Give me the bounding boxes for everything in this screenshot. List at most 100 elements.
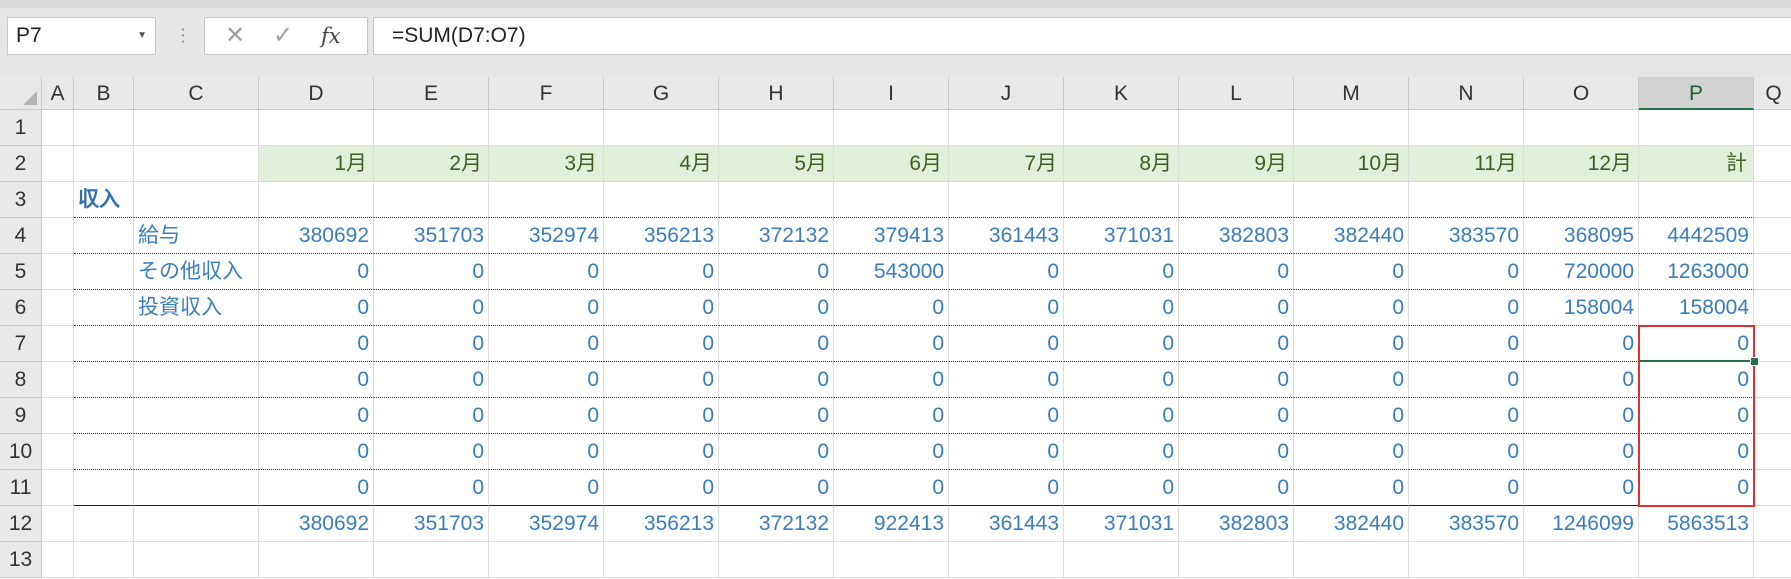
row-header-12[interactable]: 12 [0, 506, 42, 542]
cell-o2[interactable]: 12月 [1524, 146, 1639, 182]
cell-f12[interactable]: 352974 [489, 506, 604, 542]
cell-p6[interactable]: 158004 [1639, 290, 1754, 326]
cell-g3[interactable] [604, 182, 719, 218]
cell-a8[interactable] [42, 362, 74, 398]
column-header-o[interactable]: O [1524, 77, 1639, 110]
cell-j6[interactable]: 0 [949, 290, 1064, 326]
cell-f13[interactable] [489, 542, 604, 578]
cell-j13[interactable] [949, 542, 1064, 578]
cell-n1[interactable] [1409, 110, 1524, 146]
cell-e2[interactable]: 2月 [374, 146, 489, 182]
column-header-m[interactable]: M [1294, 77, 1409, 110]
row-header-7[interactable]: 7 [0, 326, 42, 362]
cell-f9[interactable]: 0 [489, 398, 604, 434]
cell-o6[interactable]: 158004 [1524, 290, 1639, 326]
cell-j10[interactable]: 0 [949, 434, 1064, 470]
cell-c11[interactable] [134, 470, 259, 506]
cell-h4[interactable]: 372132 [719, 218, 834, 254]
cell-l6[interactable]: 0 [1179, 290, 1294, 326]
cell-f2[interactable]: 3月 [489, 146, 604, 182]
column-header-j[interactable]: J [949, 77, 1064, 110]
cell-o8[interactable]: 0 [1524, 362, 1639, 398]
cell-d13[interactable] [259, 542, 374, 578]
column-header-k[interactable]: K [1064, 77, 1179, 110]
column-header-g[interactable]: G [604, 77, 719, 110]
cell-p1[interactable] [1639, 110, 1754, 146]
cell-d6[interactable]: 0 [259, 290, 374, 326]
cell-o11[interactable]: 0 [1524, 470, 1639, 506]
cell-b1[interactable] [74, 110, 134, 146]
cell-p9[interactable]: 0 [1639, 398, 1754, 434]
cell-j9[interactable]: 0 [949, 398, 1064, 434]
cell-l5[interactable]: 0 [1179, 254, 1294, 290]
cell-h3[interactable] [719, 182, 834, 218]
cell-a5[interactable] [42, 254, 74, 290]
cell-d4[interactable]: 380692 [259, 218, 374, 254]
cell-f6[interactable]: 0 [489, 290, 604, 326]
cell-e13[interactable] [374, 542, 489, 578]
cell-p4[interactable]: 4442509 [1639, 218, 1754, 254]
cell-h12[interactable]: 372132 [719, 506, 834, 542]
cell-a3[interactable] [42, 182, 74, 218]
row-header-3[interactable]: 3 [0, 182, 42, 218]
cell-q13[interactable] [1754, 542, 1791, 578]
cell-m9[interactable]: 0 [1294, 398, 1409, 434]
cell-d3[interactable] [259, 182, 374, 218]
cell-h7[interactable]: 0 [719, 326, 834, 362]
row-header-4[interactable]: 4 [0, 218, 42, 254]
cell-o3[interactable] [1524, 182, 1639, 218]
cell-j4[interactable]: 361443 [949, 218, 1064, 254]
cell-g10[interactable]: 0 [604, 434, 719, 470]
cell-b2[interactable] [74, 146, 134, 182]
cell-f1[interactable] [489, 110, 604, 146]
cell-p13[interactable] [1639, 542, 1754, 578]
cell-a11[interactable] [42, 470, 74, 506]
cell-a2[interactable] [42, 146, 74, 182]
cell-g8[interactable]: 0 [604, 362, 719, 398]
cell-c13[interactable] [134, 542, 259, 578]
cell-j3[interactable] [949, 182, 1064, 218]
cell-l4[interactable]: 382803 [1179, 218, 1294, 254]
cell-p11[interactable]: 0 [1639, 470, 1754, 506]
cell-l3[interactable] [1179, 182, 1294, 218]
cell-i8[interactable]: 0 [834, 362, 949, 398]
cell-n3[interactable] [1409, 182, 1524, 218]
column-header-l[interactable]: L [1179, 77, 1294, 110]
column-header-p[interactable]: P [1639, 77, 1754, 110]
cell-n8[interactable]: 0 [1409, 362, 1524, 398]
cell-q8[interactable] [1754, 362, 1791, 398]
cell-o1[interactable] [1524, 110, 1639, 146]
cell-d11[interactable]: 0 [259, 470, 374, 506]
cell-f11[interactable]: 0 [489, 470, 604, 506]
row-header-10[interactable]: 10 [0, 434, 42, 470]
row-header-5[interactable]: 5 [0, 254, 42, 290]
cell-m2[interactable]: 10月 [1294, 146, 1409, 182]
cell-d8[interactable]: 0 [259, 362, 374, 398]
cell-o9[interactable]: 0 [1524, 398, 1639, 434]
cell-e3[interactable] [374, 182, 489, 218]
cell-c7[interactable] [134, 326, 259, 362]
row-header-11[interactable]: 11 [0, 470, 42, 506]
cell-k9[interactable]: 0 [1064, 398, 1179, 434]
cell-b11[interactable] [74, 470, 134, 506]
cell-m12[interactable]: 382440 [1294, 506, 1409, 542]
cell-i4[interactable]: 379413 [834, 218, 949, 254]
cell-g11[interactable]: 0 [604, 470, 719, 506]
column-header-i[interactable]: I [834, 77, 949, 110]
column-header-q[interactable]: Q [1754, 77, 1791, 110]
cell-h2[interactable]: 5月 [719, 146, 834, 182]
cell-j5[interactable]: 0 [949, 254, 1064, 290]
cell-a4[interactable] [42, 218, 74, 254]
cell-c2[interactable] [134, 146, 259, 182]
cell-j11[interactable]: 0 [949, 470, 1064, 506]
cell-l10[interactable]: 0 [1179, 434, 1294, 470]
cell-n13[interactable] [1409, 542, 1524, 578]
cell-j1[interactable] [949, 110, 1064, 146]
select-all-button[interactable] [0, 77, 42, 110]
name-box[interactable]: P7 ▼ [7, 17, 156, 55]
cell-e1[interactable] [374, 110, 489, 146]
cell-n5[interactable]: 0 [1409, 254, 1524, 290]
cell-i10[interactable]: 0 [834, 434, 949, 470]
cell-m5[interactable]: 0 [1294, 254, 1409, 290]
cell-m8[interactable]: 0 [1294, 362, 1409, 398]
